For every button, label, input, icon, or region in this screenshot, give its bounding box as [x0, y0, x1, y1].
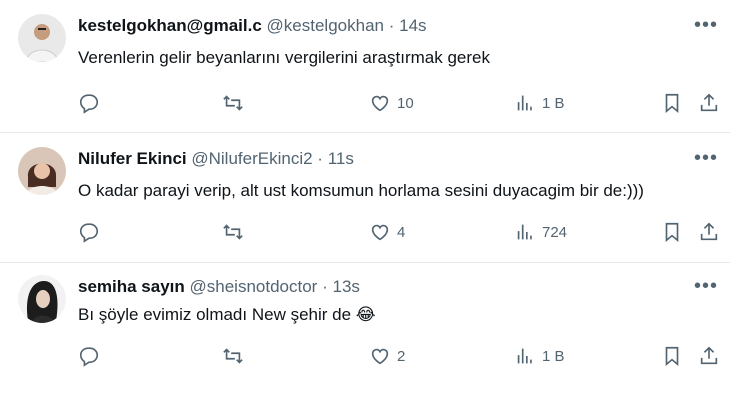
- views-count: 1 B: [542, 94, 565, 112]
- avatar[interactable]: [18, 275, 66, 323]
- more-icon[interactable]: •••: [694, 275, 718, 298]
- handle[interactable]: @kestelgokhan: [267, 16, 384, 35]
- share-button[interactable]: [698, 90, 720, 116]
- retweet-icon: [223, 348, 243, 364]
- reply-button[interactable]: [78, 343, 100, 369]
- action-bar: 4 724: [78, 219, 718, 247]
- display-name[interactable]: semiha sayın: [78, 277, 185, 296]
- share-icon: [700, 346, 718, 365]
- views-count: 724: [542, 223, 568, 241]
- views-icon: [517, 348, 532, 364]
- views-button[interactable]: 724: [514, 219, 567, 245]
- bookmark-button[interactable]: [661, 343, 683, 369]
- reply-icon: [79, 94, 99, 114]
- bookmark-icon: [665, 222, 679, 243]
- retweet-button[interactable]: [222, 343, 244, 369]
- tweet-text: O kadar parayi verip, alt ust komsumun h…: [78, 181, 644, 200]
- separator-dot: ·: [322, 277, 328, 296]
- avatar[interactable]: [18, 147, 66, 195]
- views-button[interactable]: 1 B: [514, 90, 565, 116]
- views-icon: [517, 224, 532, 240]
- reply-button[interactable]: [78, 90, 100, 116]
- tweet-text: Bı şöyle evimiz olmadı New şehir de 😂: [78, 305, 376, 324]
- reply-button[interactable]: [78, 219, 100, 245]
- views-count: 1 B: [542, 347, 565, 365]
- separator-dot: ·: [317, 149, 323, 168]
- retweet-button[interactable]: [222, 219, 244, 245]
- tweet[interactable]: kestelgokhan@gmail.c @kestelgokhan · 14s…: [0, 0, 730, 132]
- retweet-button[interactable]: [222, 90, 244, 116]
- tweet-text: Verenlerin gelir beyanlarını vergilerini…: [78, 48, 490, 67]
- share-button[interactable]: [698, 219, 720, 245]
- tweet[interactable]: semiha sayın @sheisnotdoctor · 13s ••• B…: [0, 263, 730, 420]
- like-icon: [371, 348, 389, 365]
- action-bar: 2 1 B: [78, 343, 718, 371]
- more-icon[interactable]: •••: [694, 147, 718, 170]
- timestamp[interactable]: 13s: [332, 277, 359, 296]
- views-icon: [517, 95, 532, 111]
- views-button[interactable]: 1 B: [514, 343, 565, 369]
- share-icon: [700, 222, 718, 241]
- reply-icon: [79, 223, 99, 243]
- bookmark-button[interactable]: [661, 90, 683, 116]
- like-button[interactable]: 10: [369, 90, 414, 116]
- bookmark-icon: [665, 346, 679, 367]
- display-name[interactable]: kestelgokhan@gmail.c: [78, 16, 262, 35]
- share-button[interactable]: [698, 343, 720, 369]
- like-icon: [371, 95, 389, 112]
- separator-dot: ·: [388, 16, 395, 35]
- tweet-header: kestelgokhan@gmail.c @kestelgokhan · 14s: [78, 16, 427, 36]
- tweet-header: Nilufer Ekinci @NiluferEkinci2 · 11s: [78, 149, 354, 169]
- retweet-icon: [223, 224, 243, 240]
- share-icon: [700, 93, 718, 112]
- display-name[interactable]: Nilufer Ekinci: [78, 149, 187, 168]
- like-button[interactable]: 4: [369, 219, 405, 245]
- handle[interactable]: @sheisnotdoctor: [190, 277, 318, 296]
- retweet-icon: [223, 95, 243, 111]
- like-button[interactable]: 2: [369, 343, 405, 369]
- timestamp[interactable]: 14s: [399, 16, 426, 35]
- action-bar: 10 1 B: [78, 90, 718, 118]
- timestamp[interactable]: 11s: [328, 149, 354, 168]
- handle[interactable]: @NiluferEkinci2: [191, 149, 312, 168]
- bookmark-icon: [665, 93, 679, 114]
- tweet-header: semiha sayın @sheisnotdoctor · 13s: [78, 277, 360, 297]
- more-icon[interactable]: •••: [694, 14, 718, 37]
- avatar[interactable]: [18, 14, 66, 62]
- like-count: 10: [397, 94, 414, 112]
- tweet[interactable]: Nilufer Ekinci @NiluferEkinci2 · 11s •••…: [0, 133, 730, 263]
- like-count: 4: [397, 223, 406, 241]
- reply-icon: [79, 347, 99, 367]
- bookmark-button[interactable]: [661, 219, 683, 245]
- like-count: 2: [397, 347, 406, 365]
- like-icon: [371, 224, 389, 241]
